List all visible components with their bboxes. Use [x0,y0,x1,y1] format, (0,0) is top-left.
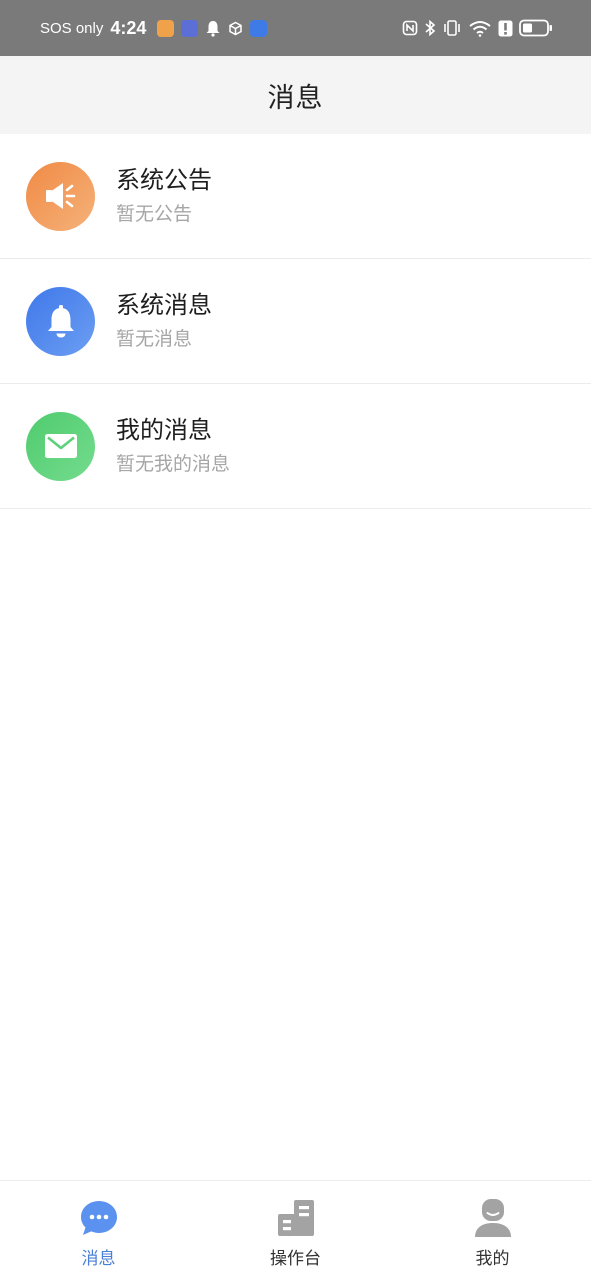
tab-messages[interactable]: 消息 [0,1181,197,1280]
list-item-title: 系统消息 [116,291,212,319]
app-badge-blue-icon [181,19,199,37]
list-item-system-announcement[interactable]: 系统公告 暂无公告 [0,134,591,259]
list-item-text: 系统公告 暂无公告 [116,164,212,228]
nfc-icon [402,20,418,36]
page-title: 消息 [267,82,324,114]
sos-text: SOS only [40,19,104,37]
bell-icon [26,286,95,356]
bell-icon [206,20,220,37]
tab-workbench[interactable]: 操作台 [197,1181,394,1280]
battery-icon [519,19,552,37]
alert-icon [498,20,513,36]
tab-mine[interactable]: 我的 [394,1181,591,1280]
tab-label: 我的 [475,1249,510,1269]
tab-label: 消息 [81,1249,116,1269]
chat-bubble-icon [79,1198,119,1238]
list-item-title: 系统公告 [116,166,212,194]
status-left: SOS only 4:24 [40,17,268,39]
tab-label: 操作台 [270,1249,321,1269]
list-item-text: 系统消息 暂无消息 [116,289,212,353]
list-item-text: 我的消息 暂无我的消息 [116,414,230,478]
wifi-icon [469,21,491,37]
list-item-subtitle: 暂无公告 [116,203,193,225]
clock-time: 4:24 [110,17,147,38]
status-bar: SOS only 4:24 [0,0,591,56]
list-item-my-message[interactable]: 我的消息 暂无我的消息 [0,384,591,509]
megaphone-icon [26,161,95,231]
bottom-tab-bar: 消息 操作台 我的 [0,1180,591,1280]
list-item-system-message[interactable]: 系统消息 暂无消息 [0,259,591,384]
cube-icon [229,21,243,35]
envelope-icon [26,411,95,481]
message-list: 系统公告 暂无公告 系统消息 暂无消息 我的消息 暂无我的消息 [0,134,591,509]
bluetooth-icon [425,19,436,37]
list-item-subtitle: 暂无消息 [116,328,193,350]
app-badge-orange-icon [157,19,175,37]
building-icon [276,1198,316,1238]
page-header: 消息 [0,56,591,134]
status-right [402,19,553,37]
list-item-title: 我的消息 [116,416,212,444]
app-badge-bird-icon [250,19,268,37]
list-item-subtitle: 暂无我的消息 [116,453,231,475]
vibrate-icon [444,20,460,36]
person-icon [473,1198,513,1238]
